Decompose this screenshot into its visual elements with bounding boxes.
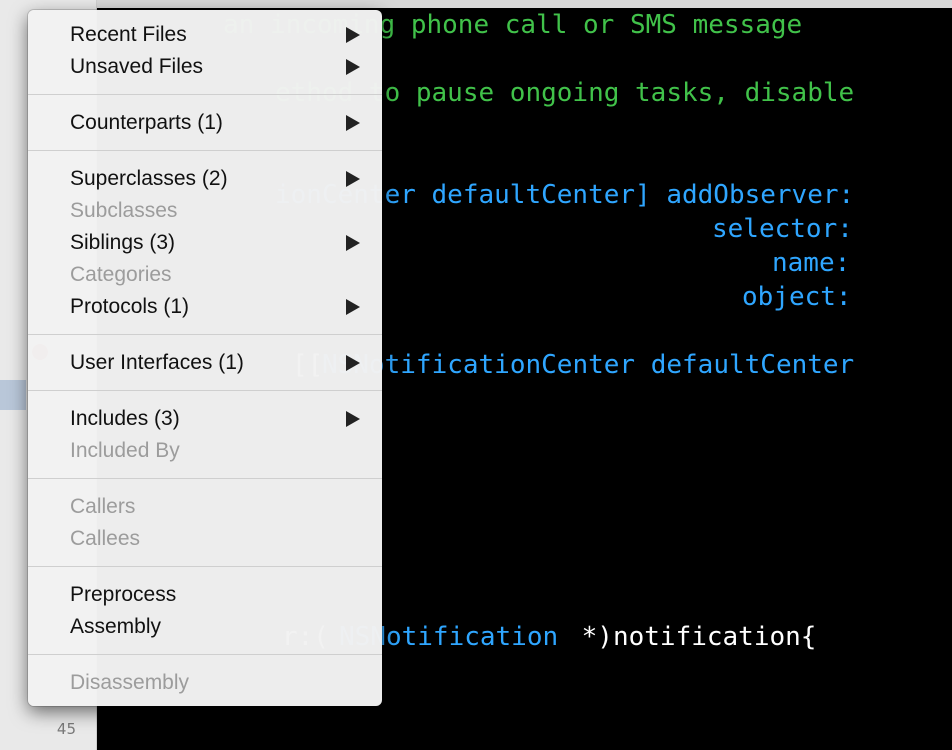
menu-item-label: User Interfaces (1) — [70, 351, 244, 374]
menu-item-label: Counterparts (1) — [70, 111, 223, 134]
menu-item-subclasses: Subclasses — [28, 194, 382, 226]
menu-item-label: Included By — [70, 439, 180, 462]
current-line-highlight — [0, 380, 26, 410]
menu-item-label: Protocols (1) — [70, 295, 190, 318]
menu-item-protocols[interactable]: Protocols (1) — [28, 290, 382, 322]
menu-item-categories: Categories — [28, 258, 382, 290]
menu-item-label: Assembly — [70, 615, 162, 638]
menu-item-label: Categories — [70, 263, 172, 286]
submenu-arrow-icon — [346, 411, 360, 427]
menu-item-preprocess[interactable]: Preprocess — [28, 578, 382, 610]
submenu-arrow-icon — [346, 355, 360, 371]
menu-separator — [28, 654, 382, 655]
submenu-arrow-icon — [346, 59, 360, 75]
menu-item-unsaved-files[interactable]: Unsaved Files — [28, 50, 382, 82]
menu-separator — [28, 334, 382, 335]
submenu-arrow-icon — [346, 171, 360, 187]
menu-item-includes[interactable]: Includes (3) — [28, 402, 382, 434]
menu-separator — [28, 478, 382, 479]
menu-item-user-interfaces[interactable]: User Interfaces (1) — [28, 346, 382, 378]
menu-item-label: Preprocess — [70, 583, 177, 606]
menu-item-included-by: Included By — [28, 434, 382, 466]
code-line: *)notification{ — [566, 622, 817, 652]
menu-item-disassembly: Disassembly — [28, 666, 382, 698]
menu-item-label: Superclasses (2) — [70, 167, 228, 190]
code-line: selector: — [712, 214, 853, 244]
code-line: NSNotificationCenter defaultCenter — [322, 350, 855, 380]
submenu-arrow-icon — [346, 27, 360, 43]
context-menu: Recent Files Unsaved Files Counterparts … — [28, 10, 382, 706]
menu-item-label: Callees — [70, 527, 141, 550]
menu-separator — [28, 566, 382, 567]
menu-item-siblings[interactable]: Siblings (3) — [28, 226, 382, 258]
code-line: name: — [772, 248, 851, 278]
menu-item-recent-files[interactable]: Recent Files — [28, 18, 382, 50]
menu-separator — [28, 390, 382, 391]
menu-item-label: Unsaved Files — [70, 55, 204, 78]
menu-item-label: Subclasses — [70, 199, 178, 222]
submenu-arrow-icon — [346, 235, 360, 251]
menu-item-label: Callers — [70, 495, 136, 518]
menu-separator — [28, 94, 382, 95]
menu-item-label: Recent Files — [70, 23, 187, 46]
code-line: object: — [742, 282, 852, 312]
menu-item-label: Includes (3) — [70, 407, 180, 430]
menu-item-assembly[interactable]: Assembly — [28, 610, 382, 642]
line-number: 45 — [56, 720, 76, 738]
menu-item-superclasses[interactable]: Superclasses (2) — [28, 162, 382, 194]
menu-item-callees: Callees — [28, 522, 382, 554]
menu-item-label: Siblings (3) — [70, 231, 176, 254]
submenu-arrow-icon — [346, 115, 360, 131]
menu-item-label: Disassembly — [70, 671, 190, 694]
submenu-arrow-icon — [346, 299, 360, 315]
menu-separator — [28, 150, 382, 151]
menu-item-counterparts[interactable]: Counterparts (1) — [28, 106, 382, 138]
menu-item-callers: Callers — [28, 490, 382, 522]
